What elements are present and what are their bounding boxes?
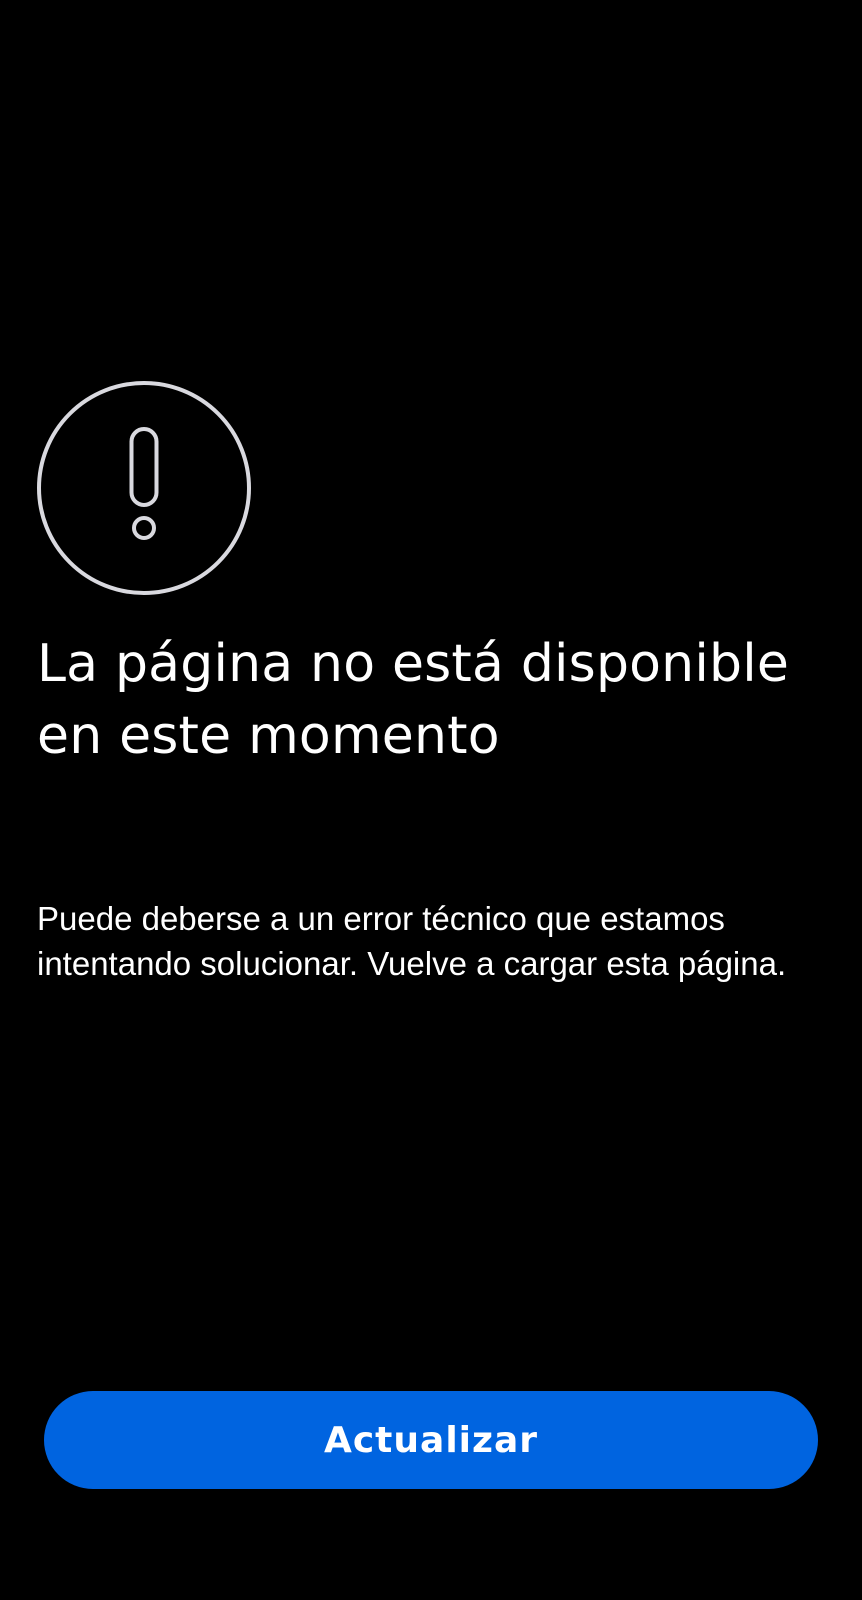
page-title: La página no está disponible en este mom… [37, 634, 790, 766]
exclamation-circle-icon [36, 380, 252, 596]
error-screen: La página no está disponible en este mom… [0, 0, 862, 1600]
error-description: Puede deberse a un error técnico que est… [37, 900, 787, 982]
refresh-button[interactable]: Actualizar [44, 1391, 818, 1489]
